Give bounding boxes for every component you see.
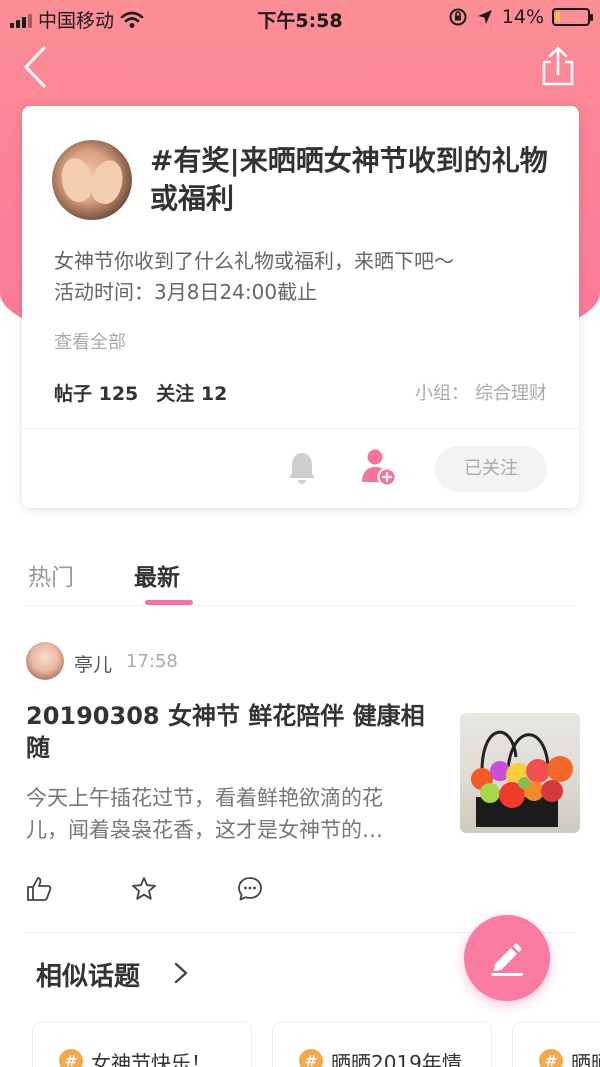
add-user-icon[interactable] — [360, 448, 396, 486]
topic-stats: 帖子 125 关注 12 — [54, 379, 227, 406]
tabs-divider — [26, 605, 576, 606]
similar-topic-label: 晒晒2019年情 — [331, 1051, 462, 1067]
post-author-avatar[interactable] — [26, 642, 64, 680]
topic-description-line: 女神节你收到了什么礼物或福利，来晒下吧～ — [54, 249, 454, 273]
bell-icon[interactable] — [286, 450, 318, 486]
card-divider — [22, 428, 579, 429]
flower-basket-image — [471, 730, 573, 827]
comment-icon[interactable] — [237, 876, 263, 902]
chevron-right-icon[interactable] — [172, 962, 190, 984]
topic-description: 女神节你收到了什么礼物或福利，来晒下吧～ 活动时间：3月8日24:00截止 — [54, 246, 554, 308]
topic-card: #有奖|来晒晒女神节收到的礼物或福利 女神节你收到了什么礼物或福利，来晒下吧～ … — [22, 106, 579, 508]
battery-percent: 14% — [501, 6, 544, 28]
star-icon[interactable] — [131, 876, 157, 902]
tab-bar: 热门 最新 — [28, 558, 180, 592]
topic-title: #有奖|来晒晒女神节收到的礼物或福利 — [150, 144, 548, 215]
group-prefix: 小组： — [415, 383, 469, 404]
compose-button[interactable] — [464, 915, 550, 1001]
similar-topics-title[interactable]: 相似话题 — [36, 956, 140, 993]
post-excerpt[interactable]: 今天上午插花过节，看着鲜艳欲滴的花 儿，闻着袅袅花香，这才是女神节的… — [26, 782, 446, 846]
battery-icon — [552, 8, 593, 26]
pencil-icon — [491, 943, 523, 976]
tab-latest[interactable]: 最新 — [134, 558, 180, 592]
rotation-lock-icon — [449, 8, 467, 26]
status-bar: 中国移动 下午5:58 14% — [0, 0, 600, 34]
battery-fill — [556, 12, 560, 22]
hashtag-icon: # — [539, 1049, 563, 1067]
similar-topic-card[interactable]: # 女神节快乐！ — [32, 1022, 252, 1067]
topic-description-line: 活动时间：3月8日24:00截止 — [54, 280, 318, 304]
see-all-link[interactable]: 查看全部 — [54, 328, 126, 354]
post-time: 17:58 — [126, 651, 178, 672]
follow-button[interactable]: 已关注 — [435, 446, 547, 492]
hashtag-icon: # — [299, 1049, 323, 1067]
post-title[interactable]: 20190308 女神节 鲜花陪伴 健康相随 — [26, 700, 446, 764]
similar-topic-label: 晒晒 — [571, 1051, 600, 1067]
status-right: 14% — [448, 6, 593, 28]
post-author-name[interactable]: 亭儿 — [74, 650, 112, 677]
topic-group[interactable]: 小组： 综合理财 — [415, 379, 547, 405]
post-excerpt-line: 今天上午插花过节，看着鲜艳欲滴的花 — [26, 786, 383, 810]
hashtag-icon: # — [59, 1049, 83, 1067]
topic-avatar — [52, 140, 132, 220]
similar-topic-card[interactable]: # 晒晒 — [512, 1022, 600, 1067]
group-name: 综合理财 — [475, 383, 547, 404]
location-icon — [477, 10, 492, 24]
back-icon[interactable] — [20, 44, 56, 90]
tab-hot[interactable]: 热门 — [28, 558, 74, 592]
post-thumbnail[interactable] — [460, 713, 580, 833]
posts-count: 帖子 125 — [54, 383, 139, 405]
similar-topic-label: 女神节快乐！ — [91, 1051, 211, 1067]
similar-topic-card[interactable]: # 晒晒2019年情 — [272, 1022, 492, 1067]
post-excerpt-line: 儿，闻着袅袅花香，这才是女神节的… — [26, 818, 383, 842]
followers-count: 关注 12 — [156, 383, 228, 405]
like-icon[interactable] — [26, 876, 52, 902]
share-icon[interactable] — [538, 46, 578, 88]
